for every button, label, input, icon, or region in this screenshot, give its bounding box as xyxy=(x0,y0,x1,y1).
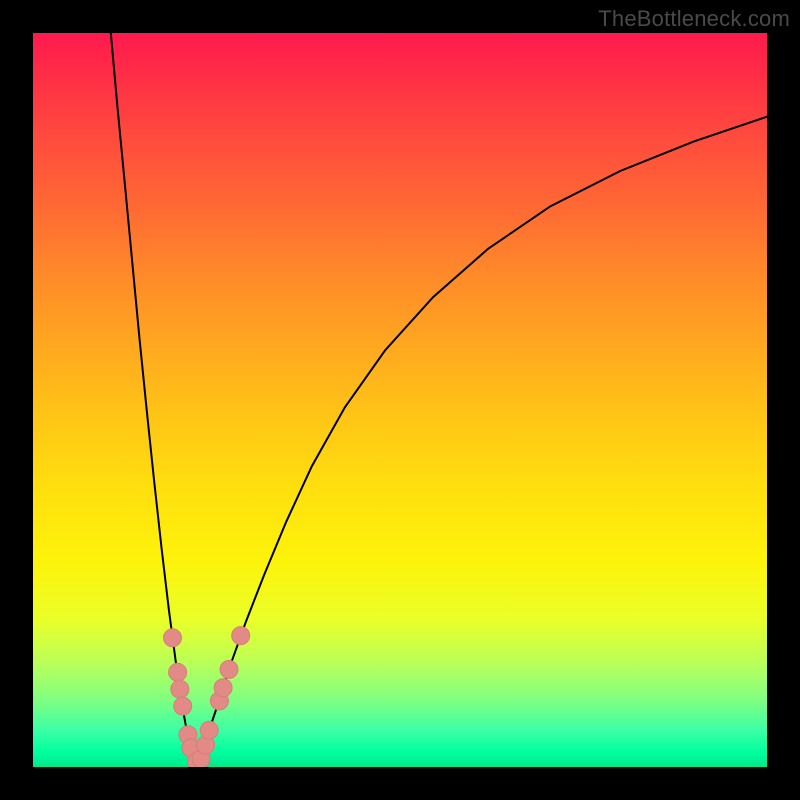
curve-layer xyxy=(33,33,767,767)
data-marker xyxy=(220,660,238,678)
watermark-text: TheBottleneck.com xyxy=(598,6,790,32)
data-marker xyxy=(200,721,218,739)
plot-area xyxy=(33,33,767,767)
data-marker xyxy=(214,679,232,697)
data-marker xyxy=(174,697,192,715)
data-marker xyxy=(164,629,182,647)
chart-frame: TheBottleneck.com xyxy=(0,0,800,800)
curve-right-branch xyxy=(199,117,767,764)
data-marker xyxy=(171,680,189,698)
curve-left-branch xyxy=(111,33,197,763)
data-marker xyxy=(232,627,250,645)
data-marker xyxy=(169,663,187,681)
